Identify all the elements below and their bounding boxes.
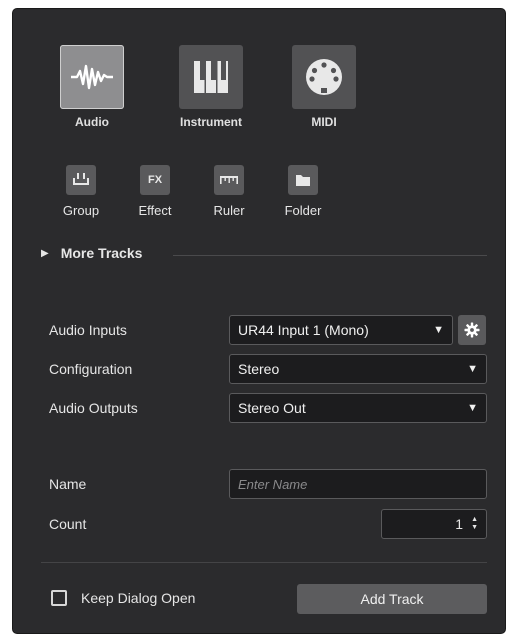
- audio-outputs-select[interactable]: Stereo Out ▼: [229, 393, 487, 423]
- footer-divider: [41, 562, 487, 563]
- stepper-arrows-icon[interactable]: ▲ ▼: [471, 516, 478, 532]
- midi-connector-icon: [292, 45, 356, 109]
- track-type-folder-label: Folder: [284, 203, 322, 218]
- count-stepper[interactable]: 1 ▲ ▼: [381, 509, 487, 539]
- track-type-effect-label: Effect: [138, 203, 172, 218]
- track-type-group-label: Group: [62, 203, 100, 218]
- gear-icon: [464, 322, 480, 338]
- configuration-select[interactable]: Stereo ▼: [229, 354, 487, 384]
- audio-inputs-label: Audio Inputs: [49, 322, 127, 338]
- track-type-instrument[interactable]: Instrument: [166, 45, 256, 129]
- more-tracks-label: More Tracks: [60, 245, 143, 261]
- name-label: Name: [49, 476, 87, 492]
- track-type-group[interactable]: Group: [51, 165, 111, 218]
- caret-down-icon: ▼: [467, 363, 478, 375]
- count-label: Count: [49, 516, 87, 532]
- track-type-ruler[interactable]: Ruler: [199, 165, 259, 218]
- audio-inputs-value: UR44 Input 1 (Mono): [238, 322, 369, 338]
- configuration-label: Configuration: [49, 361, 133, 377]
- input-settings-button[interactable]: [458, 315, 486, 345]
- count-value: 1: [455, 516, 464, 532]
- caret-down-icon: ▼: [467, 402, 478, 414]
- caret-down-icon: ▼: [433, 324, 444, 336]
- ruler-icon: [214, 165, 244, 195]
- track-type-midi-label: MIDI: [311, 115, 337, 129]
- name-input[interactable]: [229, 469, 487, 499]
- track-type-audio[interactable]: Audio: [47, 45, 137, 129]
- track-type-effect[interactable]: FX Effect: [125, 165, 185, 218]
- track-type-midi[interactable]: MIDI: [279, 45, 369, 129]
- effect-fx-icon: FX: [140, 165, 170, 195]
- piano-keys-icon: [179, 45, 243, 109]
- group-icon: [66, 165, 96, 195]
- more-tracks-toggle[interactable]: ▶ More Tracks: [41, 245, 142, 261]
- track-type-audio-label: Audio: [75, 115, 109, 129]
- add-track-button[interactable]: Add Track: [297, 584, 487, 614]
- track-type-ruler-label: Ruler: [213, 203, 245, 218]
- audio-outputs-label: Audio Outputs: [49, 400, 138, 416]
- track-type-instrument-label: Instrument: [179, 115, 242, 129]
- audio-outputs-value: Stereo Out: [238, 400, 306, 416]
- configuration-value: Stereo: [238, 361, 280, 377]
- keep-dialog-open-label: Keep Dialog Open: [81, 590, 196, 606]
- folder-icon: [288, 165, 318, 195]
- track-type-folder[interactable]: Folder: [273, 165, 333, 218]
- section-divider: [173, 255, 487, 256]
- audio-waveform-icon: [60, 45, 124, 109]
- add-track-dialog: Audio Instrument MIDI Group FX Effect Ru…: [12, 8, 506, 634]
- keep-dialog-open-checkbox[interactable]: [51, 590, 67, 606]
- audio-inputs-select[interactable]: UR44 Input 1 (Mono) ▼: [229, 315, 453, 345]
- expand-arrow-icon: ▶: [41, 247, 49, 259]
